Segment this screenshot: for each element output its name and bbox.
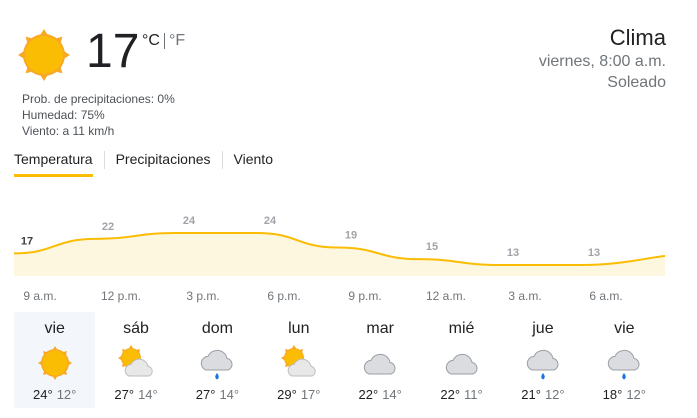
tab-precipitation[interactable]: Precipitaciones bbox=[116, 148, 211, 177]
day-low: 12° bbox=[56, 387, 77, 402]
day-card-4[interactable]: mar 22° 14° bbox=[340, 312, 421, 408]
unit-celsius-button[interactable]: °C bbox=[142, 32, 160, 50]
day-high: 22° bbox=[440, 387, 461, 402]
precipitation-probability: Prob. de precipitaciones: 0% bbox=[22, 92, 175, 106]
day-high: 27° bbox=[114, 387, 135, 402]
day-low: 14° bbox=[219, 387, 240, 402]
sun-icon bbox=[18, 29, 70, 81]
weather-header: Clima viernes, 8:00 a.m. Soleado bbox=[539, 25, 666, 93]
day-high: 29° bbox=[277, 387, 297, 402]
day-name: mié bbox=[448, 320, 475, 337]
day-low: 14° bbox=[138, 387, 158, 402]
humidity: Humedad: 75% bbox=[22, 108, 105, 122]
time-label: 12 p.m. bbox=[100, 289, 142, 303]
day-card-2[interactable]: dom 27° 14° bbox=[177, 312, 258, 408]
day-name: sáb bbox=[123, 320, 149, 337]
time-label: 6 p.m. bbox=[267, 289, 301, 303]
day-temperatures: 18° 12° bbox=[584, 387, 665, 402]
current-details: Prob. de precipitaciones: 0% Humedad: 75… bbox=[22, 91, 175, 139]
day-temperatures: 27° 14° bbox=[177, 387, 258, 402]
day-low: 14° bbox=[382, 387, 402, 402]
forecast-tabs: Temperatura Precipitaciones Viento bbox=[14, 148, 273, 177]
temperature-value-label: 13 bbox=[507, 247, 519, 259]
day-name: vie bbox=[44, 320, 65, 337]
day-card-0[interactable]: vie 24° 12° bbox=[14, 312, 96, 408]
weather-datetime: viernes, 8:00 a.m. bbox=[538, 53, 666, 70]
day-temperatures: 22° 11° bbox=[421, 387, 502, 402]
cloud-rain-icon bbox=[526, 349, 559, 380]
daily-forecast: vie 24° 12° sáb 27° 14° dom 27° 14° lun 29° 17° mar 2… bbox=[14, 312, 665, 408]
day-name: mar bbox=[366, 320, 394, 337]
day-temperatures: 27° 14° bbox=[95, 387, 176, 402]
day-low: 17° bbox=[300, 387, 321, 402]
temperature-value-label: 13 bbox=[588, 247, 600, 259]
temperature-chart: 17 22 24 24 19 15 13 13 bbox=[14, 215, 665, 276]
day-high: 27° bbox=[195, 387, 216, 402]
day-temperatures: 21° 12° bbox=[502, 387, 583, 402]
current-temperature: 17 bbox=[86, 25, 140, 78]
time-label: 6 a.m. bbox=[589, 289, 623, 303]
day-temperatures: 22° 14° bbox=[340, 387, 421, 402]
cloud-rain-icon bbox=[608, 349, 640, 380]
tab-divider bbox=[103, 151, 105, 169]
temperature-value-label: 24 bbox=[183, 215, 196, 227]
cloud-icon bbox=[364, 353, 396, 375]
unit-toggle: °C °F bbox=[142, 32, 185, 50]
day-high: 21° bbox=[521, 387, 541, 402]
day-temperatures: 24° 12° bbox=[14, 387, 95, 402]
day-name: vie bbox=[614, 320, 635, 337]
day-high: 24° bbox=[33, 387, 53, 402]
temperature-value-label: 19 bbox=[345, 230, 357, 242]
time-label: 9 a.m. bbox=[23, 289, 57, 303]
day-temperatures: 29° 17° bbox=[258, 387, 339, 402]
wind-speed: Viento: a 11 km/h bbox=[22, 124, 115, 138]
unit-fahrenheit-button[interactable]: °F bbox=[169, 32, 185, 50]
day-card-6[interactable]: jue 21° 12° bbox=[502, 312, 583, 408]
temperature-value-label: 17 bbox=[21, 235, 33, 247]
time-label: 3 p.m. bbox=[186, 289, 220, 303]
tab-temperature[interactable]: Temperatura bbox=[14, 148, 93, 177]
cloud-rain-icon bbox=[201, 349, 233, 380]
tab-divider bbox=[221, 151, 223, 169]
partly-cloudy-icon bbox=[280, 345, 316, 377]
day-high: 18° bbox=[602, 387, 623, 402]
temperature-value-label: 15 bbox=[426, 241, 438, 253]
day-low: 12° bbox=[626, 387, 646, 402]
day-name: jue bbox=[532, 320, 554, 337]
day-card-3[interactable]: lun 29° 17° bbox=[258, 312, 339, 408]
weather-condition: Soleado bbox=[607, 74, 666, 91]
tab-wind[interactable]: Viento bbox=[234, 148, 273, 177]
time-label: 3 a.m. bbox=[508, 289, 542, 303]
day-high: 22° bbox=[358, 387, 379, 402]
day-card-7[interactable]: vie 18° 12° bbox=[584, 312, 665, 408]
temperature-value-label: 24 bbox=[264, 215, 277, 227]
day-low: 11° bbox=[464, 387, 483, 402]
weather-title: Clima bbox=[609, 25, 666, 50]
sun-icon bbox=[37, 346, 72, 380]
cloud-icon bbox=[445, 353, 478, 375]
day-low: 12° bbox=[544, 387, 565, 402]
day-name: dom bbox=[201, 320, 233, 337]
temperature-value-label: 22 bbox=[102, 221, 114, 233]
temperature-area bbox=[14, 233, 665, 276]
unit-divider bbox=[163, 33, 165, 49]
time-label: 9 p.m. bbox=[348, 289, 382, 303]
day-card-1[interactable]: sáb 27° 14° bbox=[95, 312, 176, 408]
day-name: lun bbox=[288, 320, 310, 337]
time-axis: 9 a.m. 12 p.m. 3 p.m. 6 p.m. 9 p.m. 12 a.m. 3 … bbox=[14, 289, 665, 303]
time-label: 12 a.m. bbox=[425, 289, 467, 303]
partly-cloudy-icon bbox=[118, 345, 153, 377]
day-card-5[interactable]: mié 22° 11° bbox=[421, 312, 502, 408]
